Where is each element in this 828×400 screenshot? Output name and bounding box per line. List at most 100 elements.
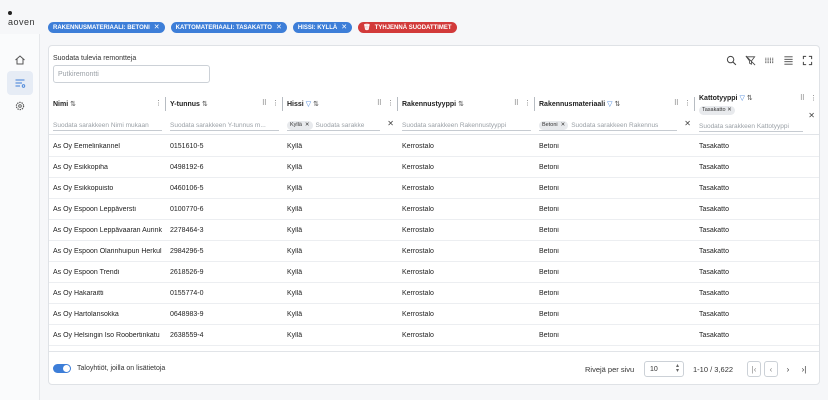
drag-handle-icon[interactable]: ⠿ — [674, 99, 679, 107]
column-title: Kattotyyppi — [699, 94, 738, 102]
table-cell-kattotyyppi: Tasakatto — [699, 185, 729, 192]
filter-tag[interactable]: Tasakatto ✕ — [699, 106, 735, 115]
table-cell-ytunnus: 2984296-5 — [170, 248, 204, 255]
column-header-rakennusmateriaali[interactable]: Rakennusmateriaali ▽ ⇅ ⠿ ⋮ Betoni ✕ Suodata s… — [535, 91, 695, 135]
table-cell-rakennusmateriaali: Betoni — [539, 185, 559, 192]
first-page-button[interactable]: |‹ — [747, 361, 761, 377]
sort-icon[interactable]: ⇅ — [747, 94, 753, 102]
clear-filters-button[interactable]: 🗑 TYHJENNÄ SUODATTIMET — [358, 22, 457, 33]
more-vert-icon[interactable]: ⋮ — [155, 99, 162, 107]
prev-page-button[interactable]: ‹ — [764, 361, 778, 377]
table-cell-hissi: Kyllä — [287, 185, 303, 192]
filter-off-icon[interactable] — [745, 55, 756, 66]
close-icon[interactable]: ✕ — [305, 121, 310, 130]
chip-hissi[interactable]: HISSI: KYLLÄ ✕ — [292, 22, 353, 33]
column-filter-input-rakennustyyppi[interactable]: Suodata sarakkeen Rakennustyyppi — [402, 120, 531, 131]
table-cell-hissi: Kyllä — [287, 311, 303, 318]
column-filter-input-kattotyyppi[interactable]: Suodata sarakkeen Kattotyyppi — [699, 121, 803, 132]
clear-filter-icon[interactable]: ✕ — [684, 119, 691, 128]
sort-icon[interactable]: ⇅ — [313, 100, 319, 108]
table-row[interactable]: As Oy Eemelinkannel 0151610-5 Kyllä Kerrost… — [49, 136, 819, 157]
column-header-rakennustyyppi[interactable]: Rakennustyyppi ⇅ ⠿ ⋮ Suodata sarakkeen Rak… — [398, 91, 535, 135]
close-icon[interactable]: ✕ — [341, 24, 347, 31]
chevron-updown-icon: ▴ ▾ — [675, 363, 679, 374]
table-cell-hissi: Kyllä — [287, 332, 303, 339]
table-cell-nimi: As Oy Espoon Olarinhuipun Herkul — [53, 248, 162, 255]
table-row[interactable]: As Oy Hartolansokka 0648983-9 Kyllä Kerrost… — [49, 304, 819, 325]
clear-filter-icon[interactable]: ✕ — [808, 111, 815, 120]
column-header-kattotyyppi[interactable]: Kattotyyppi ▽ ⇅ ⠿ ⋮ Tasakatto ✕ ✕ Suodata s… — [695, 91, 819, 135]
close-icon[interactable]: ✕ — [561, 121, 566, 130]
columns-icon[interactable] — [764, 55, 775, 66]
drag-handle-icon[interactable]: ⠿ — [377, 99, 382, 107]
close-icon[interactable]: ✕ — [727, 107, 732, 113]
drag-handle-icon[interactable]: ⠿ — [262, 99, 267, 107]
column-filter-input-hissi[interactable]: Kyllä ✕ Suodata sarakke — [287, 120, 380, 131]
close-icon[interactable]: ✕ — [276, 24, 282, 31]
renovation-filter-input[interactable]: Putkiremontti — [53, 65, 210, 83]
table-cell-ytunnus: 0151610-5 — [170, 143, 204, 150]
column-header-hissi[interactable]: Hissi ▽ ⇅ ⠿ ⋮ Kyllä ✕ Suodata sarakke ✕ — [283, 91, 398, 135]
column-title: Rakennusmateriaali — [539, 100, 606, 108]
drag-handle-icon[interactable]: ⠿ — [800, 94, 805, 102]
sort-icon[interactable]: ⇅ — [458, 100, 464, 108]
table-cell-kattotyyppi: Tasakatto — [699, 164, 729, 171]
filter-tag[interactable]: Kyllä ✕ — [287, 120, 313, 130]
last-page-button[interactable]: ›| — [797, 361, 811, 377]
table-row[interactable]: As Oy Esikkopiha 0498192-6 Kyllä Kerrostalo… — [49, 157, 819, 178]
sidebar-home-button[interactable] — [7, 48, 33, 72]
extra-info-toggle[interactable] — [53, 364, 71, 373]
chip-kattomateriaali[interactable]: KATTOMATERIAALI: TASAKATTO ✕ — [170, 22, 287, 33]
table-row[interactable]: As Oy Esikkopuisto 0460106-5 Kyllä Kerrosta… — [49, 178, 819, 199]
table-row[interactable]: As Oy Espoon Olarinhuipun Herkul 2984296-… — [49, 241, 819, 262]
sidebar-filter-list-button[interactable] — [7, 71, 33, 95]
drag-handle-icon[interactable]: ⠿ — [514, 99, 519, 107]
more-vert-icon[interactable]: ⋮ — [272, 99, 279, 107]
column-header-ytunnus[interactable]: Y-tunnus ⇅ ⠿ ⋮ Suodata sarakkeen Y-tunnus … — [166, 91, 283, 135]
filter-tag[interactable]: Betoni ✕ — [539, 120, 569, 130]
column-filter-input-ytunnus[interactable]: Suodata sarakkeen Y-tunnus m... — [170, 120, 279, 131]
close-icon[interactable]: ✕ — [154, 24, 160, 31]
table-row[interactable]: As Oy Helsingin Iso Roobertinkatu 2638559… — [49, 325, 819, 346]
sort-icon[interactable]: ⇅ — [70, 100, 76, 108]
chip-label: KATTOMATERIAALI: TASAKATTO — [175, 24, 272, 31]
table-row[interactable]: As Oy Espoon Leppävaaran Aurink 2278464-3… — [49, 220, 819, 241]
table-cell-ytunnus: 0100770-6 — [170, 206, 204, 213]
sort-icon[interactable]: ⇅ — [615, 100, 621, 108]
density-icon[interactable] — [783, 55, 794, 66]
sidebar-settings-button[interactable] — [7, 94, 33, 118]
rows-per-page-value: 10 — [650, 366, 658, 373]
next-page-button[interactable]: › — [781, 361, 795, 377]
chip-rakennusmateriaali[interactable]: RAKENNUSMATERIAALI: BETONI ✕ — [48, 22, 165, 33]
fullscreen-icon[interactable] — [802, 55, 813, 66]
table-row[interactable]: As Oy Hakaraitti 0155774-0 Kyllä Kerrostalo… — [49, 283, 819, 304]
table-cell-rakennusmateriaali: Betoni — [539, 206, 559, 213]
table-cell-rakennusmateriaali: Betoni — [539, 332, 559, 339]
table-cell-hissi: Kyllä — [287, 164, 303, 171]
table-row[interactable]: As Oy Espoon Leppäversti 0100770-6 Kyllä Ke… — [49, 199, 819, 220]
filter-placeholder: Suodata sarakkeen Rakennustyyppi — [402, 121, 507, 129]
table-cell-kattotyyppi: Tasakatto — [699, 290, 729, 297]
clear-filter-icon[interactable]: ✕ — [387, 119, 394, 128]
more-vert-icon[interactable]: ⋮ — [810, 94, 817, 102]
table-cell-kattotyyppi: Tasakatto — [699, 269, 729, 276]
table-cell-rakennusmateriaali: Betoni — [539, 290, 559, 297]
column-filter-input-nimi[interactable]: Suodata sarakkeen Nimi mukaan — [53, 120, 162, 131]
more-vert-icon[interactable]: ⋮ — [524, 99, 531, 107]
column-header-nimi[interactable]: Nimi ⇅ ⋮ Suodata sarakkeen Nimi mukaan — [49, 91, 166, 135]
rows-per-page-select[interactable]: 10 ▴ ▾ — [644, 361, 684, 377]
app-logo[interactable]: aoven — [8, 7, 40, 27]
table-row[interactable]: As Oy Espoon Trendi 2618526-9 Kyllä Kerrost… — [49, 262, 819, 283]
table-cell-rakennustyyppi: Kerrostalo — [402, 206, 434, 213]
sort-icon[interactable]: ⇅ — [202, 100, 208, 108]
table-cell-nimi: As Oy Helsingin Iso Roobertinkatu — [53, 332, 160, 339]
more-vert-icon[interactable]: ⋮ — [387, 99, 394, 107]
column-filter-input-rakennusmateriaali[interactable]: Betoni ✕ Suodata sarakkeen Rakennus — [539, 120, 677, 131]
table-cell-rakennustyyppi: Kerrostalo — [402, 143, 434, 150]
table-cell-nimi: As Oy Hakaraitti — [53, 290, 104, 297]
logo-text: aoven — [8, 17, 36, 27]
search-icon[interactable] — [726, 55, 737, 66]
table-cell-ytunnus: 0648983-9 — [170, 311, 204, 318]
more-vert-icon[interactable]: ⋮ — [684, 99, 691, 107]
table-cell-kattotyyppi: Tasakatto — [699, 227, 729, 234]
